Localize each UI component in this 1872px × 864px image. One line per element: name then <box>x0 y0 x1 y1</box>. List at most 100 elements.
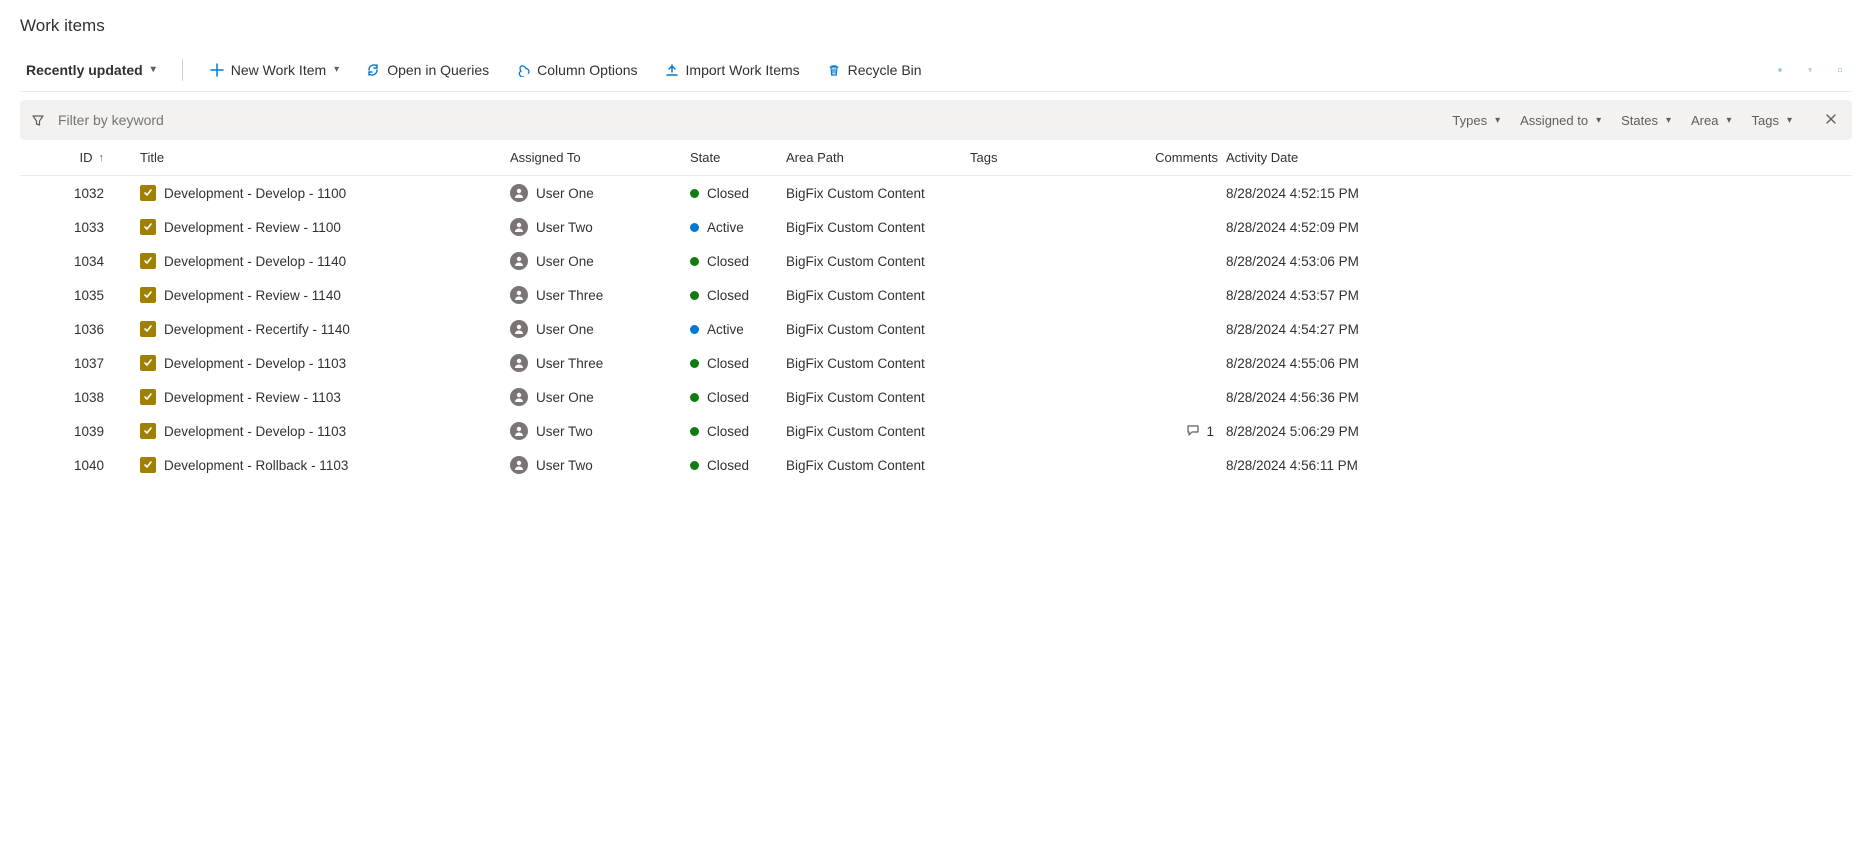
cell-id: 1038 <box>40 390 120 405</box>
col-header-id[interactable]: ID ↑ <box>40 150 120 165</box>
work-item-title-link[interactable]: Development - Recertify - 1140 <box>164 322 350 337</box>
cell-assigned: User One <box>510 320 690 338</box>
table-row[interactable]: 1037Development - Develop - 1103User Thr… <box>20 346 1852 380</box>
toolbar-left: Recently updated ▾ New Work Item ▾ Open … <box>20 58 1764 82</box>
cell-date: 8/28/2024 4:52:09 PM <box>1226 220 1852 235</box>
work-item-title-link[interactable]: Development - Review - 1140 <box>164 288 341 303</box>
cell-assigned: User Two <box>510 456 690 474</box>
col-header-tags[interactable]: Tags <box>970 150 1150 165</box>
toolbar: Recently updated ▾ New Work Item ▾ Open … <box>20 52 1852 92</box>
cell-state: Closed <box>690 424 786 439</box>
comment-icon <box>1186 423 1200 440</box>
cell-date: 8/28/2024 4:56:11 PM <box>1226 458 1852 473</box>
divider <box>182 59 183 81</box>
cell-title: Development - Recertify - 1140 <box>120 321 510 337</box>
work-item-title-link[interactable]: Development - Review - 1100 <box>164 220 341 235</box>
cell-title: Development - Develop - 1103 <box>120 355 510 371</box>
cell-date: 8/28/2024 4:52:15 PM <box>1226 186 1852 201</box>
open-in-queries-label: Open in Queries <box>387 62 489 78</box>
filter-keyword-input[interactable] <box>56 111 456 129</box>
assigned-name: User Two <box>536 458 593 473</box>
cell-area: BigFix Custom Content <box>786 186 970 201</box>
cell-state: Closed <box>690 458 786 473</box>
col-header-assigned[interactable]: Assigned To <box>510 150 690 165</box>
table-row[interactable]: 1034 Development - Develop - 1140 User One… <box>20 244 1852 278</box>
table-row[interactable]: 1033Development - Review - 1100User TwoA… <box>20 210 1852 244</box>
import-icon <box>664 62 680 78</box>
cell-assigned: User Three <box>510 286 690 304</box>
cell-id: 1033 <box>40 220 120 235</box>
work-item-title-link[interactable]: Development - Develop - 1100 <box>164 186 346 201</box>
table-row[interactable]: 1035Development - Review - 1140User Thre… <box>20 278 1852 312</box>
grid-header: ID ↑ Title Assigned To State Area Path T… <box>20 140 1852 176</box>
fullscreen-icon[interactable] <box>1832 62 1848 78</box>
avatar <box>510 184 528 202</box>
cell-assigned: User One <box>510 388 690 406</box>
new-work-item-button[interactable]: New Work Item ▾ <box>203 58 345 82</box>
cell-date: 8/28/2024 4:55:06 PM <box>1226 356 1852 371</box>
filter-assigned-to-label: Assigned to <box>1520 113 1588 128</box>
view-selector-label: Recently updated <box>26 62 143 78</box>
work-item-title-link[interactable]: Development - Develop - 1103 <box>164 424 346 439</box>
new-work-item-label: New Work Item <box>231 62 326 78</box>
cell-id: 1039 <box>40 424 120 439</box>
comment-count: 1 <box>1206 424 1214 439</box>
cell-state: Closed <box>690 186 786 201</box>
col-header-date[interactable]: Activity Date <box>1226 150 1852 165</box>
table-row[interactable]: 1036Development - Recertify - 1140User O… <box>20 312 1852 346</box>
avatar <box>510 320 528 338</box>
filter-assigned-to[interactable]: Assigned to ▾ <box>1520 113 1601 128</box>
filter-funnel-icon[interactable] <box>1802 62 1818 78</box>
filter-pills: Types ▾ Assigned to ▾ States ▾ Area ▾ Ta… <box>1452 108 1842 133</box>
state-dot-icon <box>690 223 699 232</box>
state-dot-icon <box>690 393 699 402</box>
table-row[interactable]: 1040Development - Rollback - 1103User Tw… <box>20 448 1852 482</box>
avatar <box>510 354 528 372</box>
col-header-state[interactable]: State <box>690 150 786 165</box>
close-filters-icon[interactable] <box>1820 108 1842 133</box>
cell-assigned: User Two <box>510 422 690 440</box>
state-text: Closed <box>707 458 749 473</box>
filter-area[interactable]: Area ▾ <box>1691 113 1732 128</box>
cell-state: Closed <box>690 356 786 371</box>
cell-assigned: User One <box>510 252 690 270</box>
filter-tags[interactable]: Tags ▾ <box>1752 113 1793 128</box>
state-dot-icon <box>690 257 699 266</box>
cell-title: Development - Review - 1100 <box>120 219 510 235</box>
page-title: Work items <box>20 16 1852 36</box>
table-row[interactable]: 1032Development - Develop - 1100User One… <box>20 176 1852 210</box>
col-header-title[interactable]: Title <box>120 150 510 165</box>
cell-id: 1032 <box>40 186 120 201</box>
table-row[interactable]: 1038 Development - Review - 1103 User OneC… <box>20 380 1852 414</box>
settings-sliders-icon[interactable] <box>1772 62 1788 78</box>
cell-id: 1037 <box>40 356 120 371</box>
col-header-comments[interactable]: Comments <box>1150 150 1226 165</box>
open-in-queries-button[interactable]: Open in Queries <box>359 58 495 82</box>
cell-area: BigFix Custom Content <box>786 458 970 473</box>
work-item-title-link[interactable]: Development - Rollback - 1103 <box>164 458 348 473</box>
table-row[interactable]: 1039 Development - Develop - 1103 User Two… <box>20 414 1852 448</box>
import-work-items-button[interactable]: Import Work Items <box>658 58 806 82</box>
column-options-button[interactable]: Column Options <box>509 58 643 82</box>
columns-icon <box>515 62 531 78</box>
assigned-name: User One <box>536 322 594 337</box>
filter-states[interactable]: States ▾ <box>1621 113 1671 128</box>
work-item-title-link[interactable]: Development - Develop - 1103 <box>164 356 346 371</box>
work-item-title-link[interactable]: Development - Review - 1103 <box>164 390 341 405</box>
cell-date: 8/28/2024 5:06:29 PM <box>1226 424 1852 439</box>
plus-icon <box>209 62 225 78</box>
col-header-area[interactable]: Area Path <box>786 150 970 165</box>
state-text: Closed <box>707 254 749 269</box>
col-header-id-label: ID <box>80 150 93 165</box>
cell-state: Closed <box>690 390 786 405</box>
view-selector[interactable]: Recently updated ▾ <box>20 58 162 82</box>
cell-id: 1034 <box>40 254 120 269</box>
state-dot-icon <box>690 461 699 470</box>
cell-title: Development - Review - 1140 <box>120 287 510 303</box>
recycle-bin-button[interactable]: Recycle Bin <box>820 58 928 82</box>
cell-assigned: User Two <box>510 218 690 236</box>
cell-title: Development - Develop - 1100 <box>120 185 510 201</box>
work-item-title-link[interactable]: Development - Develop - 1140 <box>164 254 346 269</box>
task-icon <box>140 321 156 337</box>
filter-types[interactable]: Types ▾ <box>1452 113 1500 128</box>
